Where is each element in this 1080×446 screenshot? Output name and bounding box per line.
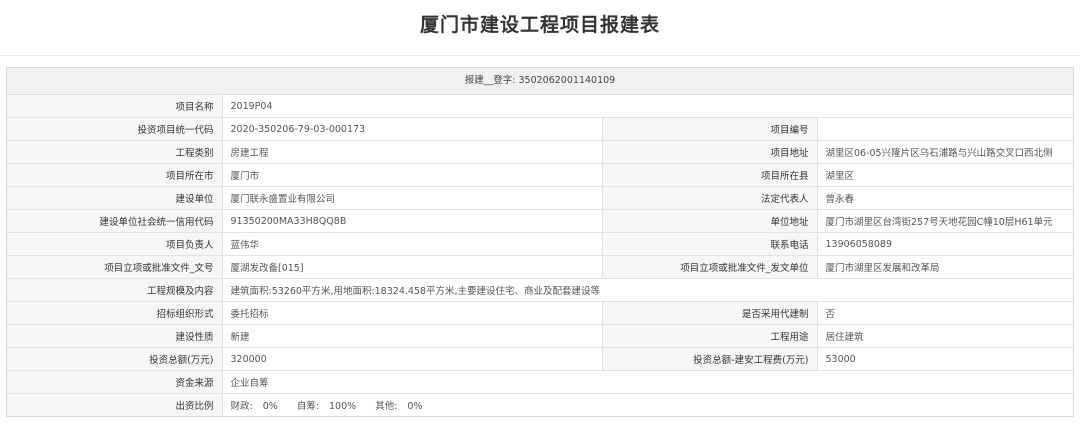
total-investment-label: 投资总额(万元): [7, 347, 223, 371]
fund-source-value: 企业自筹: [222, 370, 1073, 394]
self-ratio-label: 自筹:: [296, 401, 320, 412]
project-use-value: 居住建筑: [817, 324, 1073, 348]
credit-code-label: 建设单位社会统一信用代码: [7, 209, 223, 233]
table-row: 工程类别 房建工程 项目地址 湖里区06-05兴隆片区乌石浦路与兴山路交叉口西北…: [7, 140, 1073, 164]
project-leader-value: 蓝伟华: [222, 232, 603, 256]
tender-form-label: 招标组织形式: [7, 301, 223, 325]
agent-build-value: 否: [817, 301, 1073, 325]
construction-cost-label: 投资总额-建安工程费(万元): [602, 347, 818, 371]
project-use-label: 工程用途: [602, 324, 818, 348]
project-name-label: 项目名称: [7, 95, 223, 118]
approval-doc-no-value: 厦湖发改备[015]: [222, 255, 603, 279]
legal-rep-value: 曾永春: [817, 186, 1073, 210]
self-ratio: 自筹: 100%: [297, 401, 356, 412]
credit-code-value: 91350200MA33H8QQ8B: [222, 209, 603, 233]
project-address-label: 项目地址: [602, 140, 818, 164]
fiscal-ratio: 财政: 0%: [231, 401, 278, 412]
unit-address-value: 厦门市湖里区台湾街257号天地花园C幢10层H61单元: [817, 209, 1073, 233]
project-address-value: 湖里区06-05兴隆片区乌石浦路与兴山路交叉口西北侧: [817, 140, 1073, 164]
table-row: 投资项目统一代码 2020-350206-79-03-000173 项目编号: [7, 117, 1073, 141]
table-row: 投资总额(万元) 320000 投资总额-建安工程费(万元) 53000: [7, 347, 1073, 371]
table-row: 招标组织形式 委托招标 是否采用代建制 否: [7, 301, 1073, 325]
scale-content-value: 建筑面积:53260平方米,用地面积:18324.458平方米,主要建设住宅、商…: [222, 278, 1073, 302]
legal-rep-label: 法定代表人: [602, 186, 818, 210]
funding-ratio-label: 出资比例: [7, 393, 223, 416]
title-divider: [0, 55, 1080, 56]
table-row: 项目名称 2019P04: [7, 95, 1073, 118]
builder-label: 建设单位: [7, 186, 223, 210]
unit-address-label: 单位地址: [602, 209, 818, 233]
agent-build-label: 是否采用代建制: [602, 301, 818, 325]
approval-doc-no-label: 项目立项或批准文件_文号: [7, 255, 223, 279]
project-county-value: 湖里区: [817, 163, 1073, 187]
registration-form: 报建__登字: 3502062001140109 项目名称 2019P04 投资…: [6, 67, 1074, 417]
project-leader-label: 项目负责人: [7, 232, 223, 256]
investment-code-label: 投资项目统一代码: [7, 117, 223, 141]
table-row: 建设性质 新建 工程用途 居住建筑: [7, 324, 1073, 348]
project-name-value: 2019P04: [222, 95, 1073, 118]
table-row: 项目负责人 蓝伟华 联系电话 13906058089: [7, 232, 1073, 256]
investment-code-value: 2020-350206-79-03-000173: [222, 117, 603, 141]
table-row: 资金来源 企业自筹: [7, 370, 1073, 394]
registration-label: 报建__登字:: [464, 75, 516, 86]
project-county-label: 项目所在县: [602, 163, 818, 187]
project-city-value: 厦门市: [222, 163, 603, 187]
project-category-value: 房建工程: [222, 140, 603, 164]
construction-cost-value: 53000: [817, 347, 1073, 371]
builder-value: 厦门联永盛置业有限公司: [222, 186, 603, 210]
tender-form-value: 委托招标: [222, 301, 603, 325]
build-nature-label: 建设性质: [7, 324, 223, 348]
table-row: 工程规模及内容 建筑面积:53260平方米,用地面积:18324.458平方米,…: [7, 278, 1073, 302]
registration-number-row: 报建__登字: 3502062001140109: [7, 68, 1073, 95]
fiscal-ratio-label: 财政:: [230, 401, 253, 412]
build-nature-value: 新建: [222, 324, 603, 348]
page-title: 厦门市建设工程项目报建表: [419, 14, 660, 36]
total-investment-value: 320000: [222, 347, 603, 371]
scale-content-label: 工程规模及内容: [7, 278, 223, 302]
approval-doc-unit-value: 厦门市湖里区发展和改革局: [817, 255, 1073, 279]
other-ratio: 其他: 0%: [375, 401, 422, 412]
approval-doc-unit-label: 项目立项或批准文件_发文单位: [602, 255, 818, 279]
project-category-label: 工程类别: [7, 140, 223, 164]
table-row: 建设单位社会统一信用代码 91350200MA33H8QQ8B 单位地址 厦门市…: [7, 209, 1073, 233]
registration-number: 3502062001140109: [518, 75, 616, 86]
fund-source-label: 资金来源: [7, 370, 223, 394]
project-number-value: [817, 117, 1073, 141]
self-ratio-value: 100%: [329, 401, 357, 412]
project-number-label: 项目编号: [602, 117, 818, 141]
table-row: 建设单位 厦门联永盛置业有限公司 法定代表人 曾永春: [7, 186, 1073, 210]
project-city-label: 项目所在市: [7, 163, 223, 187]
contact-phone-value: 13906058089: [817, 232, 1073, 256]
table-row: 出资比例 财政: 0% 自筹: 100% 其他: 0%: [7, 393, 1073, 416]
project-info-table: 项目名称 2019P04 投资项目统一代码 2020-350206-79-03-…: [7, 95, 1073, 416]
fiscal-ratio-value: 0%: [262, 401, 278, 412]
funding-ratio-value: 财政: 0% 自筹: 100% 其他: 0%: [222, 393, 1073, 416]
table-row: 项目所在市 厦门市 项目所在县 湖里区: [7, 163, 1073, 187]
other-ratio-value: 0%: [407, 401, 423, 412]
table-row: 项目立项或批准文件_文号 厦湖发改备[015] 项目立项或批准文件_发文单位 厦…: [7, 255, 1073, 279]
contact-phone-label: 联系电话: [602, 232, 818, 256]
other-ratio-label: 其他:: [375, 401, 398, 412]
